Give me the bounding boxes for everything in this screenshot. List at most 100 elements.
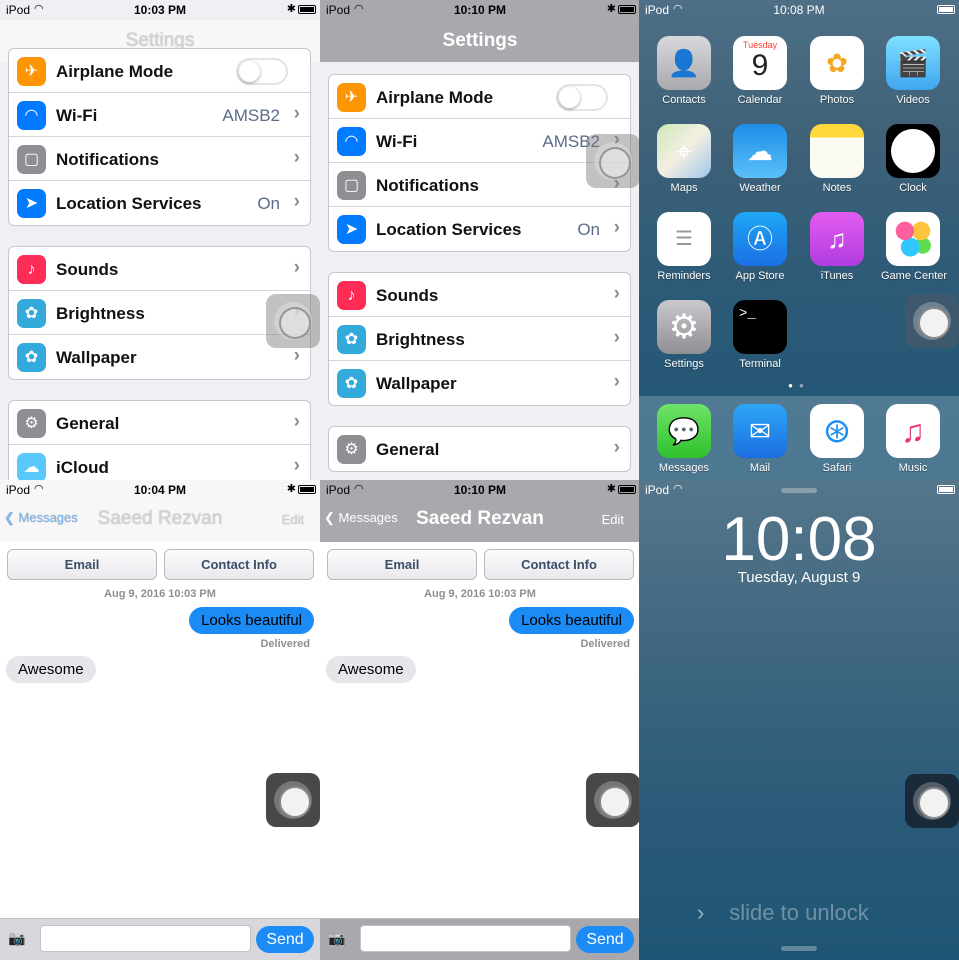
app-contacts[interactable]: 👤 Contacts — [652, 36, 716, 106]
app-videos[interactable]: 🎬 Videos — [881, 36, 945, 106]
outgoing-bubble: Looks beautiful — [509, 607, 634, 634]
dock-mail[interactable]: ✉ Mail — [728, 404, 792, 474]
chevron-right-icon: › — [293, 345, 300, 366]
notification-grabber[interactable] — [781, 488, 817, 493]
settings-row-general[interactable]: ⚙ General › — [9, 401, 310, 445]
chevron-right-icon: › — [613, 217, 620, 238]
message-input[interactable] — [40, 925, 251, 952]
lock-screen: iPod ◠ 10:08 Tuesday, August 9 › slide t… — [639, 480, 959, 960]
settings-row-wifi[interactable]: ◠ Wi-Fi AMSB2 › — [9, 93, 310, 137]
slide-to-unlock[interactable]: slide to unlock — [639, 900, 959, 926]
dock-safari[interactable]: ⊛ Safari — [805, 404, 869, 474]
delivered-status: Delivered — [580, 638, 630, 650]
control-center-grabber[interactable] — [781, 946, 817, 951]
send-button[interactable]: Send — [256, 926, 314, 953]
incoming-bubble: Awesome — [6, 656, 96, 683]
settings-row-brightness[interactable]: ✿ Brightness › — [9, 291, 310, 335]
row-label: Airplane Mode — [376, 88, 494, 107]
app-clock[interactable]: Clock — [881, 124, 945, 194]
incoming-bubble: Awesome — [326, 656, 416, 683]
app-game-center[interactable]: Game Center — [881, 212, 947, 282]
bluetooth-icon: ✱ — [606, 483, 616, 495]
compass-icon: ⊛ — [810, 404, 864, 458]
settings-row-icloud[interactable]: ☁ iCloud › — [9, 445, 310, 480]
clock-face-icon — [886, 124, 940, 178]
app-terminal[interactable]: >_ Terminal — [728, 300, 792, 370]
email-button[interactable]: Email — [327, 549, 477, 580]
settings-group-display: ♪ Sounds › ✿ Brightness › ✿ Wallpaper › — [328, 272, 631, 406]
app-photos[interactable]: ✿ Photos — [805, 36, 869, 106]
dock-messages[interactable]: 💬 Messages — [652, 404, 716, 474]
wifi-value: AMSB2 — [222, 106, 280, 125]
lock-date: Tuesday, August 9 — [737, 569, 861, 586]
location-value: On — [577, 220, 600, 239]
notes-icon — [810, 124, 864, 178]
airplane-icon: ✈ — [17, 57, 46, 86]
settings-group-general: ⚙ General › — [328, 426, 631, 472]
status-bar: iPod ◠ 10:08 PM — [639, 0, 959, 20]
itunes-note-icon: ♫ — [810, 212, 864, 266]
settings-row-notifications[interactable]: ▢ Notifications › — [9, 137, 310, 181]
settings-row-brightness[interactable]: ✿ Brightness › — [329, 317, 630, 361]
app-label: Photos — [819, 94, 855, 106]
app-store-icon: Ⓐ — [733, 212, 787, 266]
assistive-touch-button[interactable] — [905, 294, 959, 348]
settings-row-sounds[interactable]: ♪ Sounds › — [329, 273, 630, 317]
row-label: Location Services — [56, 194, 202, 213]
app-label: Messages — [658, 462, 710, 474]
delivered-status: Delivered — [260, 638, 310, 650]
battery-icon — [618, 485, 636, 494]
edit-button[interactable]: Edit — [602, 512, 624, 527]
settings-row-airplane[interactable]: ✈ Airplane Mode — [329, 75, 630, 119]
assistive-touch-button[interactable] — [266, 294, 320, 348]
settings-row-notifications[interactable]: ▢ Notifications › — [329, 163, 630, 207]
airplane-toggle[interactable] — [556, 84, 608, 111]
speaker-icon: ♪ — [17, 255, 46, 284]
wifi-icon: ◠ — [337, 127, 366, 156]
app-settings[interactable]: ⚙ Settings — [652, 300, 716, 370]
contact-info-button[interactable]: Contact Info — [164, 549, 314, 580]
settings-row-airplane[interactable]: ✈ Airplane Mode — [9, 49, 310, 93]
app-label: App Store — [735, 270, 785, 282]
edit-button[interactable]: Edit — [282, 512, 304, 527]
email-button[interactable]: Email — [7, 549, 157, 580]
camera-icon[interactable]: 📷 — [8, 930, 25, 947]
app-notes[interactable]: Notes — [805, 124, 869, 194]
clapper-icon: 🎬 — [886, 36, 940, 90]
send-button[interactable]: Send — [576, 926, 634, 953]
settings-row-wallpaper[interactable]: ✿ Wallpaper › — [9, 335, 310, 379]
chevron-right-icon: › — [613, 371, 620, 392]
app-calendar[interactable]: Tuesday 9 Calendar — [728, 36, 792, 106]
app-label: Terminal — [739, 358, 781, 370]
settings-row-sounds[interactable]: ♪ Sounds › — [9, 247, 310, 291]
row-label: Notifications — [56, 150, 159, 169]
camera-icon[interactable]: 📷 — [328, 930, 345, 947]
location-arrow-icon: ➤ — [17, 189, 46, 218]
message-input[interactable] — [360, 925, 571, 952]
app-app-store[interactable]: Ⓐ App Store — [728, 212, 792, 282]
app-reminders[interactable]: ☰ Reminders — [652, 212, 716, 282]
contact-info-button[interactable]: Contact Info — [484, 549, 634, 580]
battery-icon — [298, 5, 316, 14]
compose-bar: 📷 Send — [0, 918, 320, 960]
dock-music[interactable]: ♫ Music — [881, 404, 945, 474]
settings-row-wallpaper[interactable]: ✿ Wallpaper › — [329, 361, 630, 405]
airplane-toggle[interactable] — [236, 58, 288, 85]
settings-row-location[interactable]: ➤ Location Services On › — [329, 207, 630, 251]
settings-row-wifi[interactable]: ◠ Wi-Fi AMSB2 › — [329, 119, 630, 163]
app-itunes[interactable]: ♫ iTunes — [805, 212, 869, 282]
contacts-icon: 👤 — [657, 36, 711, 90]
gear-icon: ⚙ — [17, 409, 46, 438]
assistive-touch-button[interactable] — [586, 773, 640, 827]
app-maps[interactable]: ⌖ Maps — [652, 124, 716, 194]
assistive-touch-button[interactable] — [266, 773, 320, 827]
settings-row-location[interactable]: ➤ Location Services On › — [9, 181, 310, 225]
assistive-touch-button[interactable] — [586, 134, 640, 188]
settings-row-general[interactable]: ⚙ General › — [329, 427, 630, 471]
bluetooth-icon: ✱ — [286, 483, 296, 495]
battery-icon — [618, 5, 636, 14]
app-weather[interactable]: ☁ Weather — [728, 124, 792, 194]
assistive-touch-button[interactable] — [905, 774, 959, 828]
clock-time: 10:08 PM — [773, 3, 825, 17]
app-label: Safari — [822, 462, 852, 474]
